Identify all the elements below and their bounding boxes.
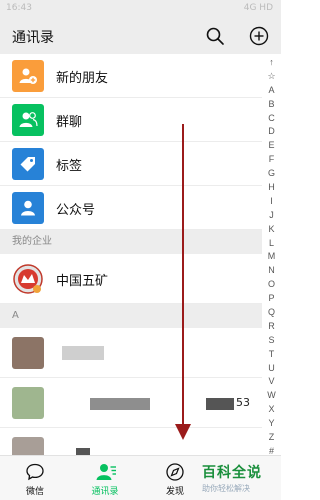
compass-icon xyxy=(166,463,184,481)
contacts-icon xyxy=(96,464,116,480)
chat-bubble-icon xyxy=(26,463,44,481)
watermark-title: 百科全说 xyxy=(202,465,262,481)
watermark: 百科全说 助你轻松解决 xyxy=(202,462,278,498)
tab-chats-label: 微信 xyxy=(25,487,44,497)
watermark-subtitle: 助你轻松解决 xyxy=(202,484,250,493)
tab-discover[interactable]: 发现 xyxy=(140,456,210,500)
tab-chats[interactable]: 微信 xyxy=(0,456,70,500)
tab-contacts-label: 通讯录 xyxy=(91,487,119,497)
tab-contacts[interactable]: 通讯录 xyxy=(70,456,140,500)
tab-discover-label: 发现 xyxy=(165,487,184,497)
annotation-arrow xyxy=(175,124,191,440)
